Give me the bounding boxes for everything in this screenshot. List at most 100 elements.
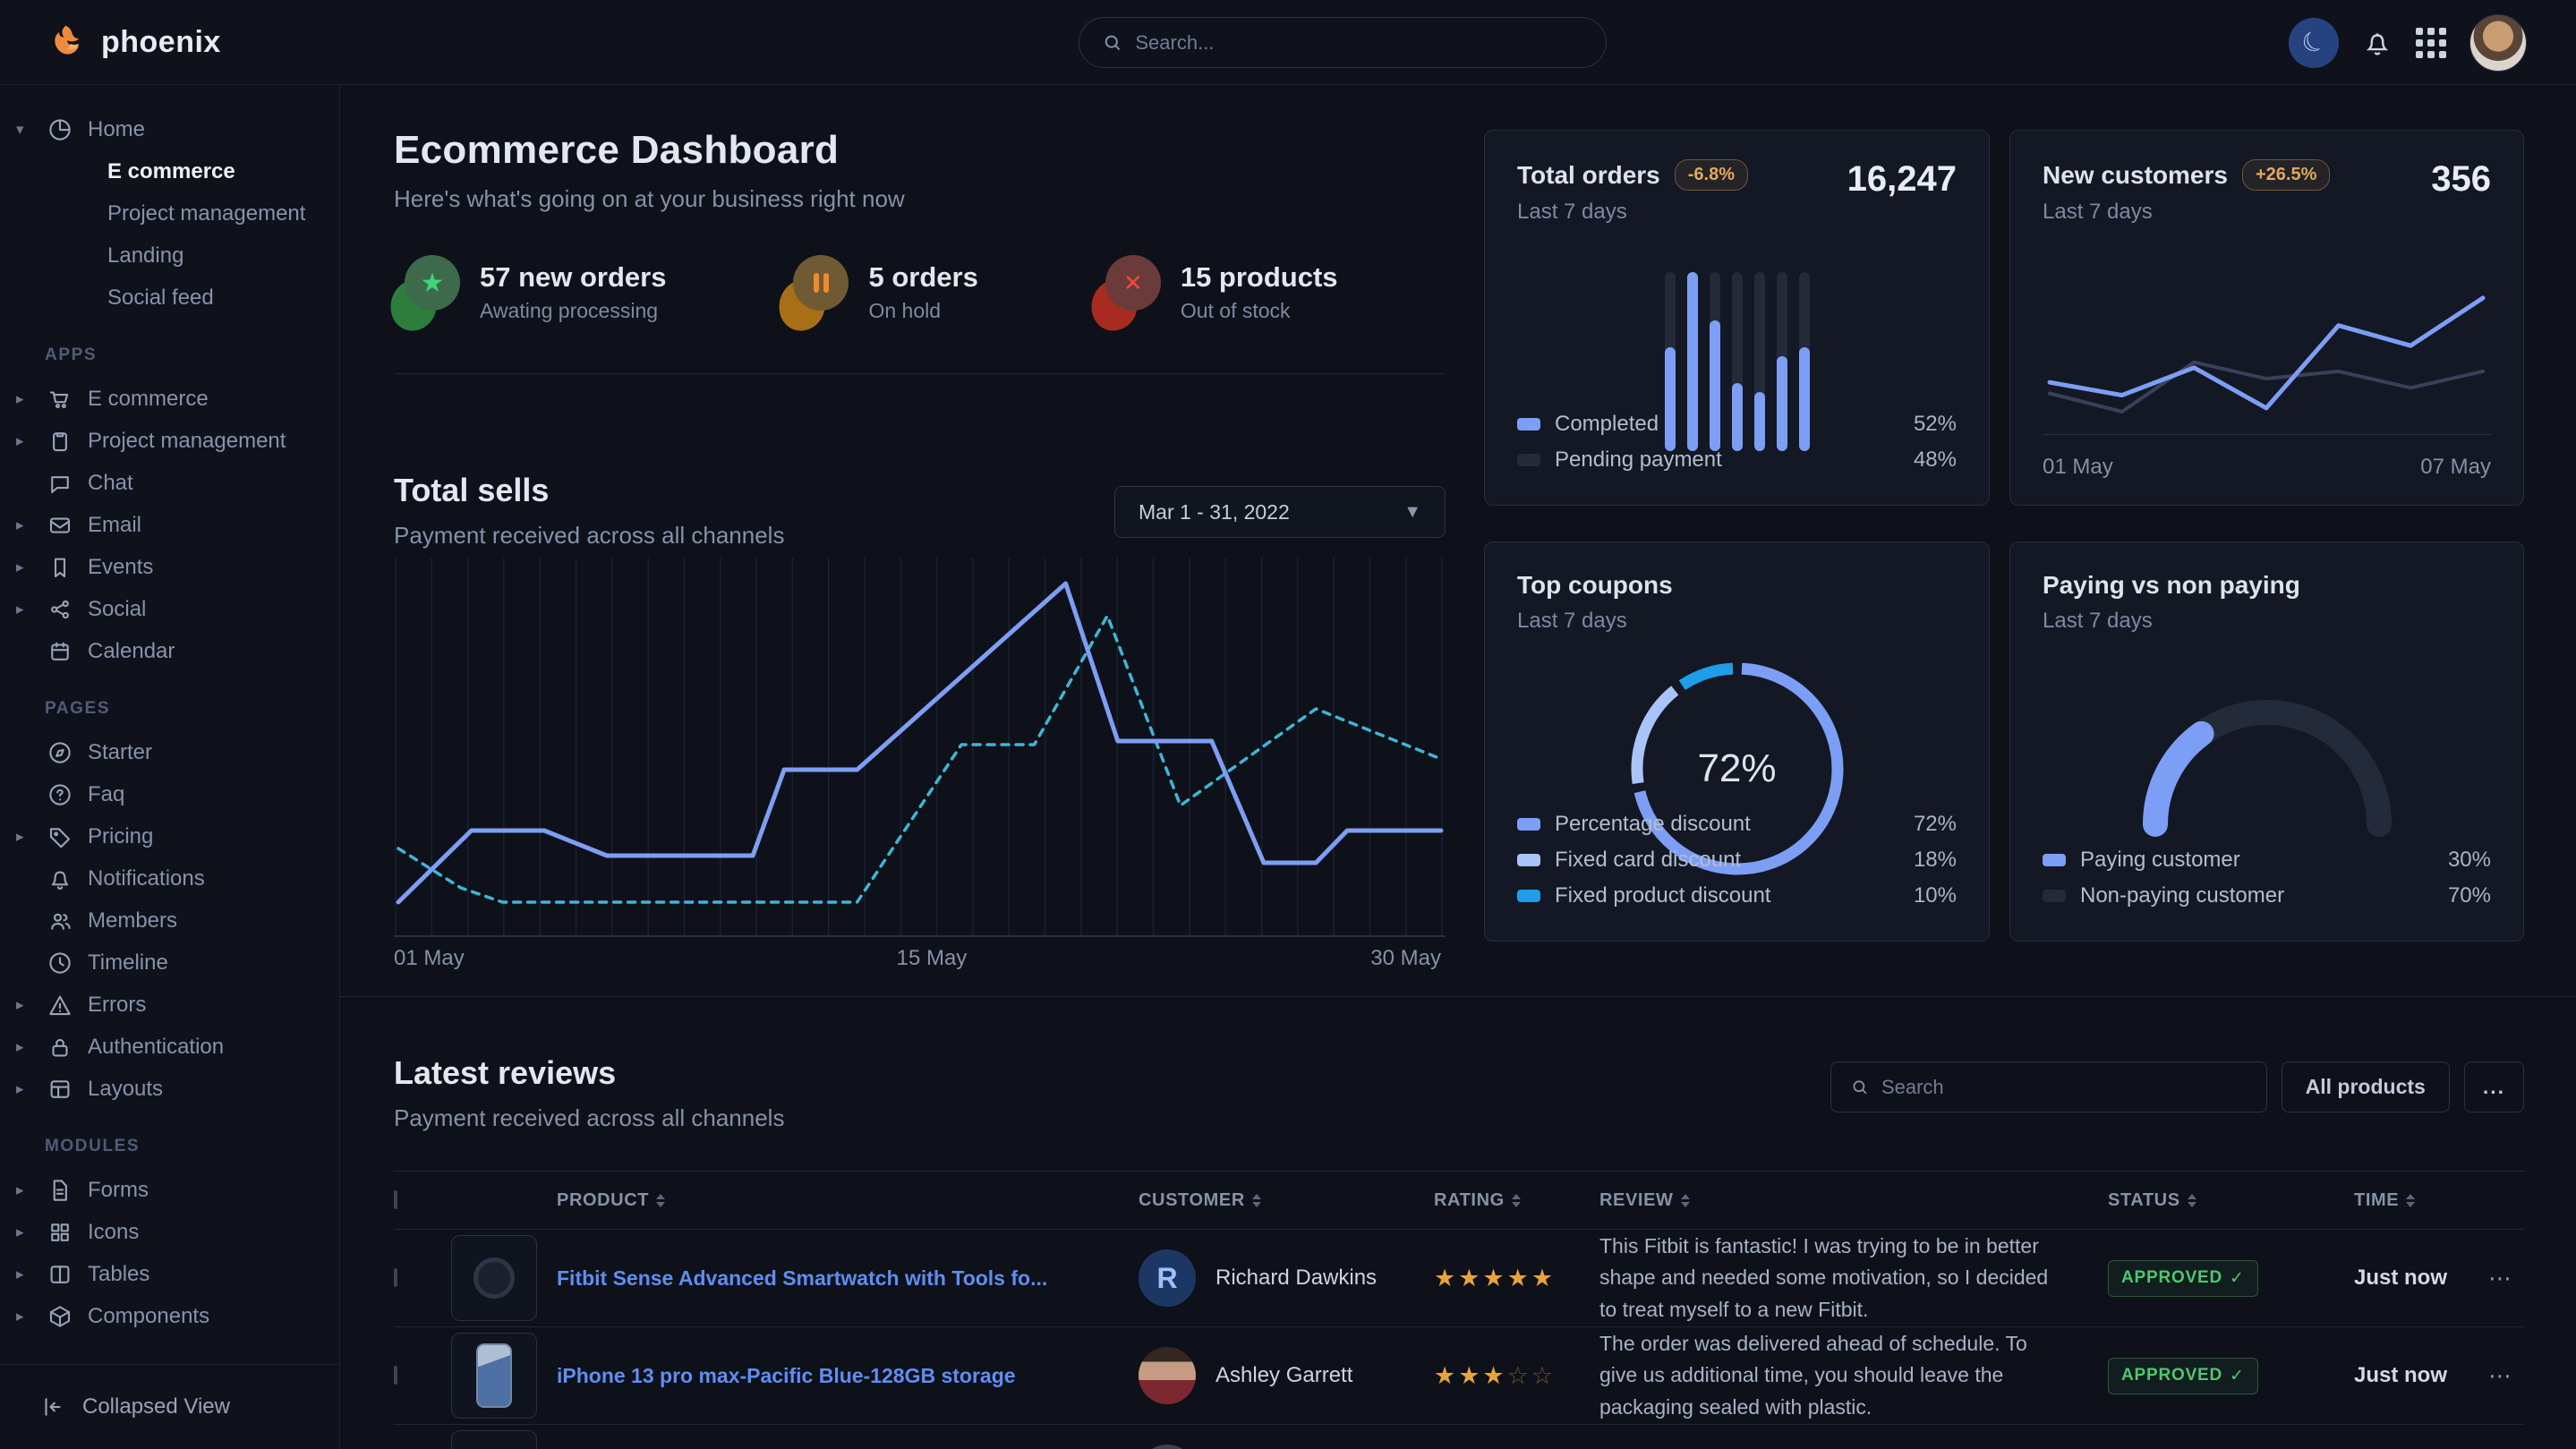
sidebar-item-label: Faq [88, 782, 124, 807]
column-header-customer[interactable]: CUSTOMER [1139, 1190, 1434, 1211]
sort-icon[interactable] [1681, 1194, 1690, 1207]
compass-icon [47, 739, 73, 766]
product-link[interactable]: Fitbit Sense Advanced Smartwatch with To… [557, 1264, 1139, 1292]
sort-icon[interactable] [2406, 1194, 2415, 1207]
legend-row: Pending payment 48% [1517, 442, 1957, 478]
bookmark-icon [47, 554, 73, 581]
sidebar-item-social[interactable]: ▸ Social [0, 588, 339, 630]
legend-label: Fixed card discount [1555, 848, 1741, 873]
sidebar: ▾ HomeE commerceProject managementLandin… [0, 85, 340, 1449]
sidebar-item-calendar[interactable]: Calendar [0, 630, 339, 672]
envelope-icon [47, 512, 73, 539]
phoenix-flame-icon [49, 22, 89, 62]
customer-name: Richard Dawkins [1215, 1266, 1377, 1291]
avatar: R [1139, 1249, 1196, 1307]
legend-value: 72% [1914, 812, 1957, 837]
sidebar-item-faq[interactable]: Faq [0, 773, 339, 815]
sort-icon[interactable] [1252, 1194, 1261, 1207]
stat-sub: Out of stock [1181, 299, 1338, 323]
sidebar-item-label: Email [88, 513, 141, 538]
column-header-time[interactable]: TIME [2354, 1190, 2488, 1211]
share-icon [47, 596, 73, 623]
rating-stars: ★★★★★ [1434, 1265, 1599, 1292]
lock-icon [47, 1034, 73, 1061]
sidebar-item-authentication[interactable]: ▸ Authentication [0, 1026, 339, 1068]
legend-value: 52% [1914, 412, 1957, 437]
sort-icon[interactable] [656, 1194, 665, 1207]
chevron-down-icon: ▼ [1403, 502, 1421, 523]
sidebar-item-tables[interactable]: ▸ Tables [0, 1253, 339, 1295]
legend-label: Completed [1555, 412, 1659, 437]
apps-grid-button[interactable] [2416, 28, 2446, 58]
reviews-search[interactable] [1830, 1061, 2267, 1112]
sidebar-item-label: Icons [88, 1220, 139, 1245]
row-menu-button[interactable]: ⋯ [2488, 1265, 2524, 1292]
column-header-product[interactable]: PRODUCT [557, 1190, 1139, 1211]
row-checkbox[interactable] [394, 1366, 397, 1385]
stat-item: 5 orders On hold [782, 253, 977, 330]
sidebar-item-chat[interactable]: Chat [0, 462, 339, 504]
sidebar-item-notifications[interactable]: Notifications [0, 857, 339, 899]
sidebar-subitem-social-feed[interactable]: Social feed [0, 277, 339, 319]
dark-mode-toggle[interactable]: ☾ [2289, 18, 2339, 68]
legend-chip [1517, 454, 1540, 466]
row-menu-button[interactable]: ⋯ [2488, 1362, 2524, 1390]
x-tick: 01 May [394, 946, 465, 971]
page-title: Ecommerce Dashboard [394, 128, 839, 173]
select-all-checkbox[interactable] [394, 1190, 397, 1209]
sidebar-item-home[interactable]: ▾ Home [0, 108, 339, 150]
file-text-icon [47, 1177, 73, 1204]
columns-icon [47, 1261, 73, 1288]
page-subtitle: Here's what's going on at your business … [394, 185, 905, 213]
column-header-status[interactable]: STATUS [2108, 1190, 2354, 1211]
legend-row: Completed 52% [1517, 406, 1957, 442]
layout-icon [47, 1076, 73, 1103]
all-products-button[interactable]: All products [2282, 1061, 2450, 1112]
sidebar-subitem-e-commerce[interactable]: E commerce [0, 150, 339, 192]
sidebar-item-label: Notifications [88, 866, 205, 891]
sidebar-item-events[interactable]: ▸ Events [0, 546, 339, 588]
product-thumbnail [451, 1235, 537, 1321]
product-link[interactable]: iPhone 13 pro max-Pacific Blue-128GB sto… [557, 1361, 1139, 1390]
column-header-review[interactable]: REVIEW [1599, 1190, 2108, 1211]
sidebar-subitem-landing[interactable]: Landing [0, 234, 339, 277]
sidebar-item-project-management[interactable]: ▸ Project management [0, 420, 339, 462]
sidebar-item-icons[interactable]: ▸ Icons [0, 1211, 339, 1253]
review-text: The order was delivered ahead of schedul… [1599, 1328, 2108, 1424]
table-row[interactable]: iPhone 13 pro max-Pacific Blue-128GB sto… [394, 1327, 2524, 1425]
sidebar-item-email[interactable]: ▸ Email [0, 504, 339, 546]
x-blob-icon: ✕ [1095, 253, 1157, 330]
sidebar-item-timeline[interactable]: Timeline [0, 942, 339, 984]
phoenix-logo[interactable]: phoenix [49, 22, 221, 62]
sidebar-item-errors[interactable]: ▸ Errors [0, 984, 339, 1026]
collapsed-view-button[interactable]: Collapsed View [0, 1364, 339, 1449]
column-header-rating[interactable]: RATING [1434, 1190, 1599, 1211]
reviews-more-button[interactable]: ... [2464, 1061, 2524, 1112]
global-search[interactable] [1079, 17, 1607, 68]
sidebar-item-label: E commerce [88, 387, 209, 412]
sidebar-item-components[interactable]: ▸ Components [0, 1295, 339, 1337]
legend-row: Non-paying customer 70% [2043, 878, 2491, 914]
sort-icon[interactable] [2188, 1194, 2196, 1207]
table-row[interactable]: Fitbit Sense Advanced Smartwatch with To… [394, 1230, 2524, 1327]
row-checkbox[interactable] [394, 1268, 397, 1287]
sidebar-item-e-commerce[interactable]: ▸ E commerce [0, 378, 339, 420]
sidebar-item-members[interactable]: Members [0, 899, 339, 942]
sidebar-item-pricing[interactable]: ▸ Pricing [0, 815, 339, 857]
legend-row: Percentage discount 72% [1517, 806, 1957, 842]
global-search-input[interactable] [1135, 31, 1582, 55]
reviews-search-input[interactable] [1881, 1076, 2247, 1099]
sidebar-item-layouts[interactable]: ▸ Layouts [0, 1068, 339, 1110]
sidebar-item-starter[interactable]: Starter [0, 731, 339, 773]
sort-icon[interactable] [1512, 1194, 1521, 1207]
user-avatar[interactable] [2469, 14, 2527, 72]
collapse-icon [39, 1394, 66, 1420]
table-row-partial[interactable] [394, 1425, 2524, 1449]
sidebar-subitem-project-management[interactable]: Project management [0, 192, 339, 234]
topbar-actions: ☾ [2289, 0, 2527, 85]
sidebar-item-forms[interactable]: ▸ Forms [0, 1169, 339, 1211]
notifications-button[interactable] [2362, 28, 2393, 58]
caret-right-icon: ▸ [16, 516, 32, 534]
card-subtitle: Last 7 days [1517, 200, 1748, 225]
date-range-select[interactable]: Mar 1 - 31, 2022 ▼ [1114, 486, 1446, 538]
